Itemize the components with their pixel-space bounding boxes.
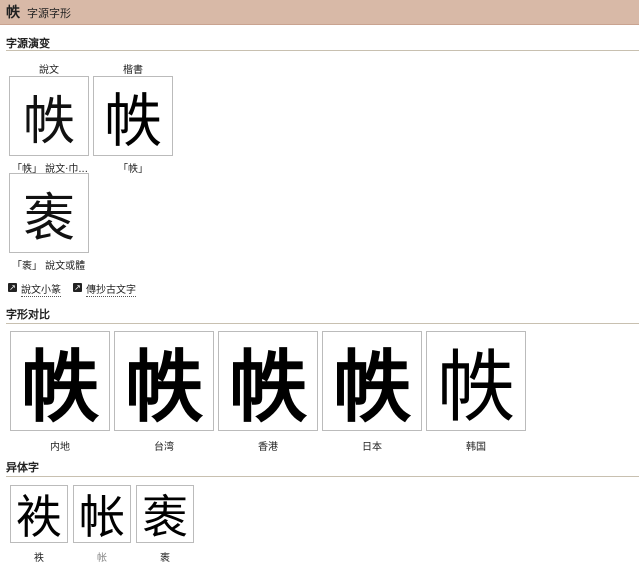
region-label-japan: 日本 <box>362 442 382 453</box>
glyph-korea: 帙 <box>436 343 515 431</box>
variant-seal-glyph: 袠 <box>22 188 75 249</box>
variant-label-2[interactable]: 帐 <box>73 549 131 564</box>
compare-title: 字形对比 <box>6 308 50 321</box>
kaishu-glyph: 帙 <box>103 87 162 155</box>
kaishu-glyph-box[interactable]: 帙 <box>93 76 173 156</box>
glyph-hongkong: 帙 <box>228 342 307 431</box>
glyph-hongkong-box[interactable]: 帙 <box>218 331 318 431</box>
variant-seal-caption: 「袠」 說文或體 <box>12 261 86 272</box>
variant-glyph-box-2[interactable]: 帐 <box>73 485 131 543</box>
variant-glyph-1: 袟 <box>16 490 62 543</box>
header-char: 帙 <box>6 5 20 21</box>
col-header-shuowen: 說文 <box>39 65 59 76</box>
page-header: 帙 字源字形 <box>0 0 639 25</box>
variant-seal-glyph-box[interactable]: 袠 <box>9 173 89 253</box>
region-label-taiwan: 台湾 <box>154 442 174 453</box>
variants-divider <box>6 476 639 477</box>
seal-glyph: 帙 <box>22 91 75 152</box>
external-link-icon: ↗ <box>8 283 17 292</box>
region-label-hongkong: 香港 <box>258 442 278 453</box>
seal-glyph-box[interactable]: 帙 <box>9 76 89 156</box>
region-label-korea: 韩国 <box>466 442 486 453</box>
variant-glyph-box-1[interactable]: 袟 <box>10 485 68 543</box>
variants-title: 异体字 <box>6 461 39 474</box>
variant-label-3[interactable]: 袠 <box>136 549 194 564</box>
evolution-title: 字源演变 <box>6 37 50 50</box>
col-header-kaishu: 楷書 <box>123 65 143 76</box>
glyph-mainland: 帙 <box>20 343 99 431</box>
glyph-taiwan-box[interactable]: 帙 <box>114 331 214 431</box>
glyph-taiwan: 帙 <box>124 342 203 431</box>
region-label-mainland: 内地 <box>50 442 70 453</box>
variant-glyph-2: 帐 <box>79 490 125 543</box>
glyph-mainland-box[interactable]: 帙 <box>10 331 110 431</box>
header-title: 字源字形 <box>27 7 71 20</box>
external-link-icon: ↗ <box>73 283 82 292</box>
compare-divider <box>6 323 639 324</box>
variant-glyph-box-3[interactable]: 袠 <box>136 485 194 543</box>
link-chuanchao-guwenzi[interactable]: 傳抄古文字 <box>86 281 136 297</box>
link-shuowen-xiaozhuan[interactable]: 說文小篆 <box>21 281 61 297</box>
kaishu-caption: 「帙」 <box>118 164 148 175</box>
variant-label-1[interactable]: 袟 <box>10 549 68 564</box>
glyph-japan-box[interactable]: 帙 <box>322 331 422 431</box>
glyph-japan: 帙 <box>332 343 411 431</box>
variant-glyph-3: 袠 <box>142 490 188 543</box>
glyph-korea-box[interactable]: 帙 <box>426 331 526 431</box>
evolution-divider <box>6 50 639 51</box>
